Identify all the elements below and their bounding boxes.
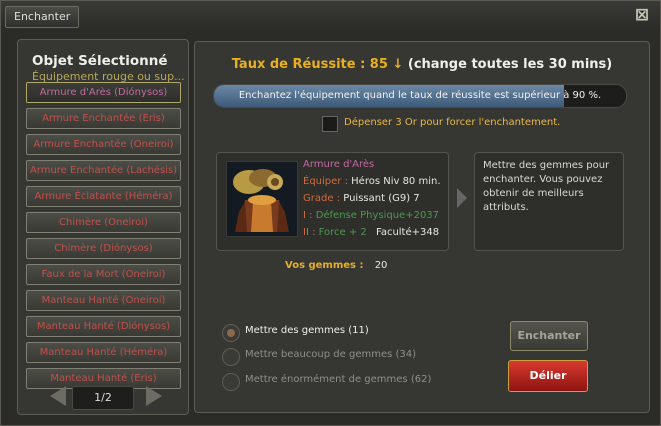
stat-key: Équiper : xyxy=(303,176,348,187)
stat-key: Grade : xyxy=(303,193,341,204)
stat-attribute-2: II : Force + 2 Faculté+348 xyxy=(303,227,439,238)
success-rate-bar: Enchantez l'équipement quand le taux de … xyxy=(213,84,627,108)
gem-count-value: 20 xyxy=(374,260,388,271)
stat-key: II : xyxy=(303,227,316,238)
stat-equip: Équiper : Héros Niv 80 min. xyxy=(303,176,441,187)
stat-grade: Grade : Puissant (G9) 7 xyxy=(303,193,420,204)
option-label: Mettre énormément de gemmes (62) xyxy=(245,374,432,385)
unbind-button[interactable]: Délier xyxy=(508,360,588,392)
hint-text: Mettre des gemmes pour enchanter. Vous p… xyxy=(483,160,610,213)
arrow-right-icon xyxy=(457,188,467,208)
list-item[interactable]: Armure Éclatante (Héméra) xyxy=(26,186,181,207)
radio-button[interactable] xyxy=(222,324,240,342)
pager: 1/2 xyxy=(46,384,164,410)
enchant-button[interactable]: Enchanter xyxy=(510,321,588,351)
item-list: Armure d'Arès (Diónysos) Armure Enchanté… xyxy=(26,82,181,394)
success-rate: Taux de Réussite : 85 ↓ (change toutes l… xyxy=(195,57,649,72)
force-enchant-label: Dépenser 3 Or pour forcer l'enchantement… xyxy=(344,117,561,128)
gem-count: Vos gemmes : 20 xyxy=(285,260,387,271)
window-title: Enchanter xyxy=(5,6,80,28)
list-item-selected[interactable]: Armure d'Arès (Diónysos) xyxy=(26,82,181,103)
list-item[interactable]: Manteau Hanté (Oneiroi) xyxy=(26,290,181,311)
hint-card: Mettre des gemmes pour enchanter. Vous p… xyxy=(474,152,624,251)
gem-count-label: Vos gemmes : xyxy=(285,260,364,271)
page-number: 1/2 xyxy=(72,386,134,410)
close-icon[interactable]: ⊠ xyxy=(634,7,650,24)
panel-title: Objet Sélectionné xyxy=(32,53,168,69)
next-page-icon[interactable] xyxy=(146,386,162,406)
enchant-window: Enchanter ⊠ Objet Sélectionné Équipement… xyxy=(0,0,661,426)
stat-extra: Faculté+348 xyxy=(375,227,440,238)
armor-icon xyxy=(227,162,297,236)
prev-page-icon[interactable] xyxy=(50,386,66,406)
item-name: Armure d'Arès xyxy=(303,159,375,170)
stat-value: Puissant (G9) 7 xyxy=(343,193,420,204)
list-item[interactable]: Chimère (Oneiroi) xyxy=(26,212,181,233)
item-selection-panel: Objet Sélectionné Équipement rouge ou su… xyxy=(17,39,189,415)
list-item[interactable]: Faux de la Mort (Oneiroi) xyxy=(26,264,181,285)
stat-value: Force + 2 xyxy=(318,227,367,238)
radio-button[interactable] xyxy=(222,348,240,366)
enchant-panel: Taux de Réussite : 85 ↓ (change toutes l… xyxy=(194,41,650,413)
list-item[interactable]: Manteau Hanté (Diónysos) xyxy=(26,316,181,337)
stat-key: I : xyxy=(303,210,313,221)
stat-value: Héros Niv 80 min. xyxy=(351,176,441,187)
item-image xyxy=(226,161,298,237)
list-item[interactable]: Armure Enchantée (Oneiroi) xyxy=(26,134,181,155)
success-rate-label: Taux de Réussite : 85 xyxy=(231,57,388,72)
list-item[interactable]: Chimère (Diónysos) xyxy=(26,238,181,259)
list-item[interactable]: Manteau Hanté (Héméra) xyxy=(26,342,181,363)
success-rate-hint: Enchantez l'équipement quand le taux de … xyxy=(238,90,602,101)
force-enchant-checkbox[interactable] xyxy=(322,116,338,132)
down-arrow-icon: ↓ xyxy=(392,57,404,72)
selected-item-card: Armure d'Arès Équiper : Héros Niv 80 min… xyxy=(216,152,449,251)
rate-change-note: (change toutes les 30 mins) xyxy=(407,57,613,72)
list-item[interactable]: Armure Enchantée (Lachésis) xyxy=(26,160,181,181)
title-bar: Enchanter ⊠ xyxy=(1,1,660,31)
list-item[interactable]: Armure Enchantée (Eris) xyxy=(26,108,181,129)
radio-button[interactable] xyxy=(222,373,240,391)
option-label: Mettre beaucoup de gemmes (34) xyxy=(245,349,417,360)
stat-value: Défense Physique+2037 xyxy=(315,210,440,221)
option-label: Mettre des gemmes (11) xyxy=(245,325,369,336)
stat-attribute-1: I : Défense Physique+2037 xyxy=(303,210,439,221)
